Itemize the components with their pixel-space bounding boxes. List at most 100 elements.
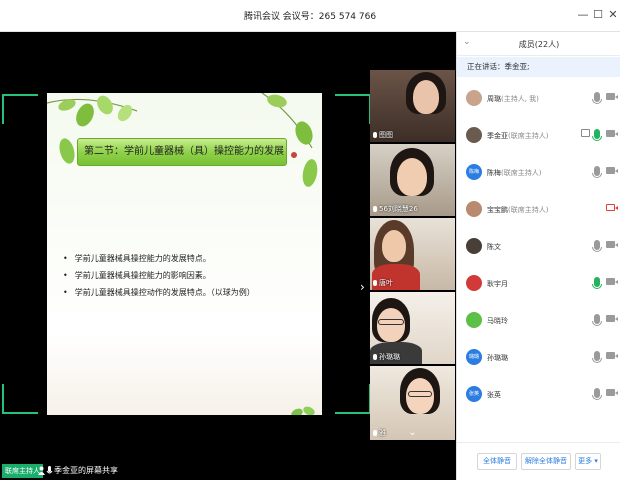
- member-role: (联席主持人): [508, 132, 549, 140]
- slide-bullet: 学前儿童器械具操控能力的发展特点。: [63, 253, 255, 270]
- member-role: (联席主持人): [501, 169, 542, 177]
- member-role: (联席主持人): [508, 206, 549, 214]
- microphone-icon[interactable]: [592, 129, 602, 141]
- slide-title: 第二节：学前儿童器械（具）操控能力的发展: [77, 138, 287, 166]
- slide-bullet: 学前儿童器械具操控动作的发展特点。（以球为例）: [63, 287, 255, 304]
- share-frame-corner-bl: [2, 384, 38, 414]
- microphone-icon[interactable]: [592, 92, 602, 104]
- members-count-title: 成员(22人): [518, 40, 560, 49]
- person-icon: [38, 466, 45, 475]
- member-name: 陈文: [487, 242, 501, 252]
- member-name-text: 宝宝鹏: [487, 206, 508, 214]
- member-name-text: 马晓玲: [487, 317, 508, 325]
- member-list: 周璐(主持人, 我) 季金亚(联席主持人) 陈梅 陈梅(联席主持人) 宝宝鹏(联席主持人…: [457, 82, 620, 415]
- member-name-text: 陈文: [487, 243, 501, 251]
- microphone-icon[interactable]: [592, 277, 602, 289]
- microphone-icon[interactable]: [592, 314, 602, 326]
- close-button[interactable]: ✕: [606, 8, 620, 22]
- microphone-icon[interactable]: [592, 166, 602, 178]
- video-tile[interactable]: 图图: [370, 70, 455, 142]
- member-name: 马晓玲: [487, 316, 508, 326]
- avatar: [466, 238, 482, 254]
- member-row[interactable]: 季金亚(联席主持人): [457, 119, 620, 156]
- maximize-button[interactable]: ☐: [591, 8, 605, 22]
- avatar: [466, 275, 482, 291]
- more-button[interactable]: 更多 ▾: [575, 453, 601, 470]
- avatar: [466, 201, 482, 217]
- avatar: 张英: [466, 386, 482, 402]
- camera-icon[interactable]: [606, 389, 618, 396]
- camera-icon[interactable]: [606, 93, 618, 100]
- video-tile[interactable]: 孙璐璐: [370, 292, 455, 364]
- video-tile[interactable]: 唐叶: [370, 218, 455, 290]
- member-name-text: 季金亚: [487, 132, 508, 140]
- avatar: 璐璐: [466, 349, 482, 365]
- member-name: 季金亚(联席主持人): [487, 131, 548, 141]
- share-frame-corner-tr: [335, 94, 371, 124]
- avatar: [466, 312, 482, 328]
- member-name-text: 耿宇月: [487, 280, 508, 288]
- title-bar: 腾讯会议 会议号：265 574 766 — ☐ ✕: [0, 0, 620, 32]
- member-name: 周璐(主持人, 我): [487, 94, 539, 104]
- video-tile-column: ⌃ 图图 56刘晓慧26 唐叶 孙璐璐 雅: [370, 70, 455, 440]
- microphone-icon: [46, 466, 53, 474]
- member-row[interactable]: 陈梅 陈梅(联席主持人): [457, 156, 620, 193]
- avatar: [466, 127, 482, 143]
- sprout-decoration: [291, 406, 315, 415]
- member-row[interactable]: 璐璐 孙璐璐: [457, 341, 620, 378]
- slide-bullet-list: 学前儿童器械具操控能力的发展特点。 学前儿童器械具操控能力的影响因素。 学前儿童…: [63, 253, 255, 304]
- video-tile[interactable]: 56刘晓慧26: [370, 144, 455, 216]
- microphone-icon[interactable]: [592, 388, 602, 400]
- avatar: 陈梅: [466, 164, 482, 180]
- member-row[interactable]: 马晓玲: [457, 304, 620, 341]
- member-name: 张英: [487, 390, 501, 400]
- minimize-button[interactable]: —: [576, 8, 590, 22]
- share-frame-corner-tl: [2, 94, 38, 124]
- member-name: 孙璐璐: [487, 353, 508, 363]
- member-row[interactable]: 张英 张英: [457, 378, 620, 415]
- camera-off-icon[interactable]: [606, 204, 618, 211]
- member-name-text: 张英: [487, 391, 501, 399]
- member-row[interactable]: 耿宇月: [457, 267, 620, 304]
- co-host-badge: 联席主持人: [2, 464, 43, 478]
- window-title: 腾讯会议 会议号：265 574 766: [243, 12, 377, 22]
- camera-icon[interactable]: [606, 241, 618, 248]
- members-panel-footer: 全体静音 解除全体静音 更多 ▾: [457, 442, 620, 480]
- share-status-bar: 联席主持人 季金亚的屏幕共享: [0, 462, 456, 480]
- screen-share-label: 季金亚的屏幕共享: [54, 466, 118, 475]
- meeting-window: 腾讯会议 会议号：265 574 766 — ☐ ✕ 第二节：学前儿童器械（具）…: [0, 0, 620, 480]
- member-name: 陈梅(联席主持人): [487, 168, 541, 178]
- chevron-right-icon[interactable]: ›: [360, 280, 365, 294]
- camera-icon[interactable]: [606, 352, 618, 359]
- video-tile-name: 孙璐璐: [373, 352, 400, 362]
- share-frame-corner-br: [335, 384, 371, 414]
- video-tile-name: 56刘晓慧26: [373, 204, 418, 214]
- screen-share-icon: [581, 129, 590, 137]
- unmute-all-button[interactable]: 解除全体静音: [521, 453, 571, 470]
- camera-icon[interactable]: [606, 130, 618, 137]
- chevron-down-icon[interactable]: ⌄: [370, 426, 455, 440]
- slide-bullet: 学前儿童器械具操控能力的影响因素。: [63, 270, 255, 287]
- member-name-text: 周璐: [487, 95, 501, 103]
- video-tile-name: 图图: [373, 130, 393, 140]
- member-name-text: 孙璐璐: [487, 354, 508, 362]
- mute-all-button[interactable]: 全体静音: [477, 453, 517, 470]
- camera-icon[interactable]: [606, 167, 618, 174]
- member-row[interactable]: 陈文: [457, 230, 620, 267]
- microphone-icon[interactable]: [592, 351, 602, 363]
- presentation-slide: 第二节：学前儿童器械（具）操控能力的发展 学前儿童器械具操控能力的发展特点。 学…: [47, 93, 322, 415]
- camera-icon[interactable]: [606, 278, 618, 285]
- member-name: 耿宇月: [487, 279, 508, 289]
- member-row[interactable]: 宝宝鹏(联席主持人): [457, 193, 620, 230]
- member-role: (主持人, 我): [501, 95, 539, 103]
- video-tile-name: 唐叶: [373, 278, 393, 288]
- camera-icon[interactable]: [606, 315, 618, 322]
- now-speaking-banner: 正在讲话：季金亚;: [457, 57, 620, 77]
- microphone-icon[interactable]: [592, 240, 602, 252]
- members-panel-header: ⌄ 成员(22人): [457, 32, 620, 56]
- member-row[interactable]: 周璐(主持人, 我): [457, 82, 620, 119]
- member-name-text: 陈梅: [487, 169, 501, 177]
- avatar: [466, 90, 482, 106]
- member-name: 宝宝鹏(联席主持人): [487, 205, 548, 215]
- members-panel: ⌄ 成员(22人) 正在讲话：季金亚; 周璐(主持人, 我) 季金亚(联席主持人)…: [456, 32, 620, 480]
